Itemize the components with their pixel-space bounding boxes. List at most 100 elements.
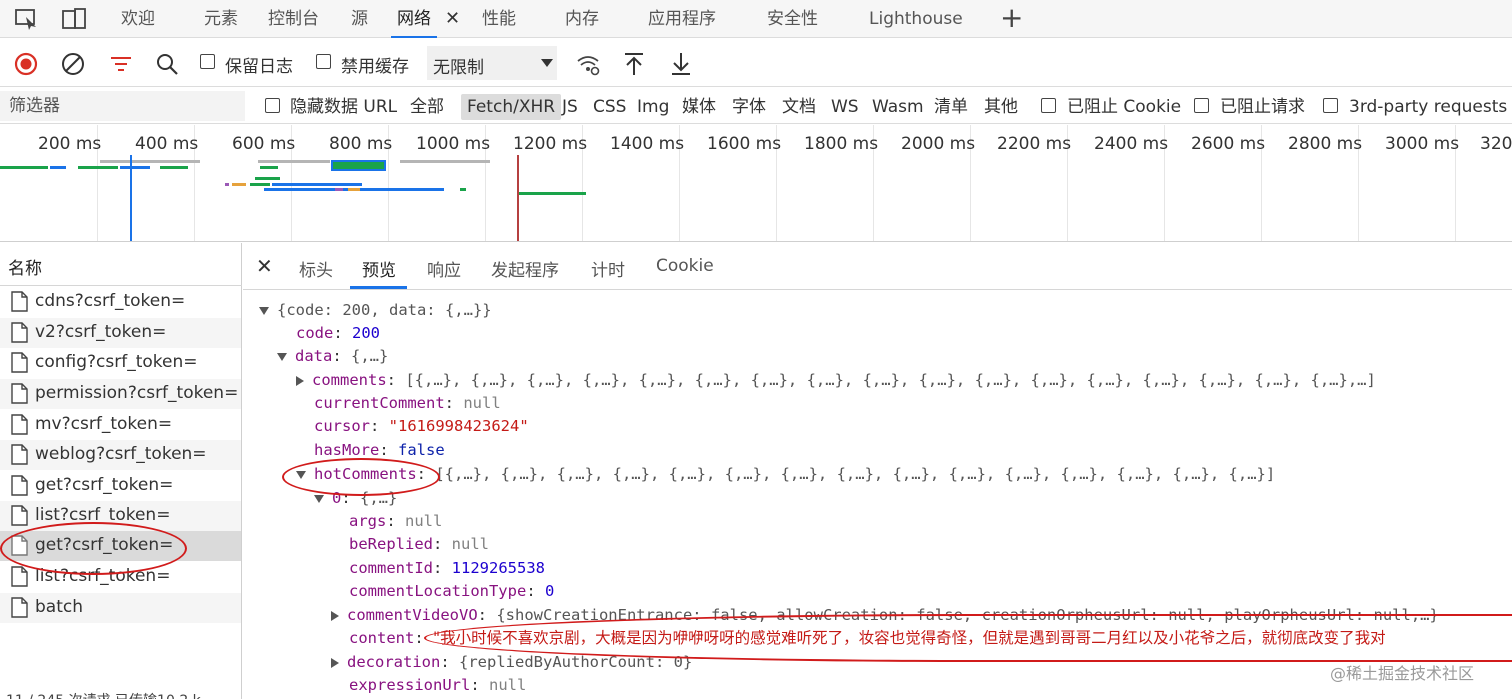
tab-timing[interactable]: 计时	[591, 256, 625, 281]
json-root[interactable]: {code: 200, data: {,…}}	[259, 299, 492, 322]
blocked-requests-checkbox[interactable]	[1194, 98, 1209, 113]
tick-label: 2200 ms	[997, 134, 1072, 154]
timeline-overview[interactable]: 200 ms 400 ms 600 ms 800 ms 1000 ms 1200…	[0, 125, 1512, 242]
record-icon[interactable]	[13, 51, 39, 77]
request-row[interactable]: cdns?csrf_token=	[0, 287, 241, 317]
waterfall-bar	[460, 188, 466, 191]
tab-network[interactable]: 网络	[391, 0, 437, 38]
request-name: v2?csrf_token=	[35, 322, 167, 342]
json-line: currentComment: null	[314, 394, 501, 412]
chevron-down-icon[interactable]	[541, 59, 553, 67]
clear-icon[interactable]	[60, 51, 86, 77]
collapse-triangle-icon[interactable]	[331, 610, 339, 621]
type-img[interactable]: Img	[637, 94, 669, 120]
tab-console[interactable]: 控制台	[268, 0, 319, 38]
expand-triangle-icon[interactable]	[259, 306, 269, 315]
name-column-header[interactable]: 名称	[0, 243, 242, 286]
type-js[interactable]: JS	[562, 94, 578, 120]
close-tab-icon[interactable]: ✕	[445, 0, 460, 38]
tab-application[interactable]: 应用程序	[648, 0, 716, 38]
tab-response[interactable]: 响应	[427, 256, 461, 281]
file-icon	[11, 291, 28, 312]
expand-triangle-icon[interactable]	[314, 494, 324, 503]
waterfall-bar	[232, 183, 246, 186]
filter-icon[interactable]	[108, 51, 134, 77]
collapse-triangle-icon[interactable]	[331, 657, 339, 668]
type-css[interactable]: CSS	[593, 94, 626, 120]
file-icon	[11, 444, 28, 465]
search-icon[interactable]	[154, 51, 180, 77]
preserve-log-checkbox[interactable]	[200, 54, 215, 69]
type-font[interactable]: 字体	[732, 94, 766, 120]
tab-headers[interactable]: 标头	[299, 256, 333, 281]
request-row[interactable]: config?csrf_token=	[0, 348, 241, 378]
type-media[interactable]: 媒体	[682, 94, 716, 120]
type-other[interactable]: 其他	[984, 94, 1018, 120]
disable-cache-label: 禁用缓存	[341, 57, 409, 77]
tab-welcome[interactable]: 欢迎	[121, 0, 155, 38]
import-har-icon[interactable]	[621, 51, 647, 77]
tab-preview[interactable]: 预览	[362, 256, 396, 281]
waterfall-bar	[120, 166, 150, 169]
tab-security[interactable]: 安全性	[767, 0, 818, 38]
json-line: commentLocationType: 0	[349, 582, 555, 600]
json-line: commentId: 1129265538	[349, 559, 545, 577]
tab-elements[interactable]: 元素	[204, 0, 238, 38]
tab-sources[interactable]: 源	[351, 0, 368, 38]
disable-cache-checkbox[interactable]	[316, 54, 331, 69]
request-summary: 11 / 245 次请求 已传输10.2 k	[6, 690, 201, 699]
tick-label: 1400 ms	[610, 134, 685, 154]
type-all[interactable]: 全部	[410, 94, 444, 120]
type-manifest[interactable]: 清单	[934, 94, 968, 120]
inspect-element-icon[interactable]	[14, 7, 40, 31]
request-row[interactable]: batch	[0, 593, 241, 623]
waterfall-bar	[260, 166, 278, 169]
annotation-ellipse-content	[424, 614, 1512, 662]
network-toolbar: 保留日志 禁用缓存 无限制	[0, 39, 1512, 87]
export-har-icon[interactable]	[668, 51, 694, 77]
third-party-checkbox[interactable]	[1323, 98, 1338, 113]
type-doc[interactable]: 文档	[782, 94, 816, 120]
throttle-select[interactable]: 无限制	[427, 46, 557, 80]
waterfall-bar	[272, 183, 362, 186]
tab-lighthouse[interactable]: Lighthouse	[869, 0, 963, 38]
tick-label: 3000 ms	[1385, 134, 1460, 154]
collapse-triangle-icon[interactable]	[296, 375, 304, 386]
request-row[interactable]: weblog?csrf_token=	[0, 440, 241, 470]
filter-input[interactable]	[0, 91, 245, 121]
tick-label: 1200 ms	[513, 134, 588, 154]
tab-cookies[interactable]: Cookie	[656, 256, 714, 276]
expand-triangle-icon[interactable]	[277, 352, 287, 361]
tab-memory[interactable]: 内存	[565, 0, 599, 38]
json-line[interactable]: comments: [{,…}, {,…}, {,…}, {,…}, {,…},…	[296, 369, 1376, 392]
waterfall-bar	[160, 166, 188, 169]
json-line[interactable]: data: {,…}	[277, 345, 388, 368]
tick-label: 800 ms	[329, 134, 393, 154]
request-name: mv?csrf_token=	[35, 414, 173, 434]
json-line: args: null	[349, 512, 443, 530]
hide-data-url-checkbox[interactable]	[265, 98, 280, 113]
tab-performance[interactable]: 性能	[482, 0, 516, 38]
type-ws[interactable]: WS	[831, 94, 859, 120]
close-detail-icon[interactable]: ✕	[256, 254, 273, 278]
request-row[interactable]: v2?csrf_token=	[0, 318, 241, 348]
tab-initiator[interactable]: 发起程序	[491, 256, 559, 281]
waterfall-bar	[331, 160, 386, 171]
json-line: cursor: "1616998423624"	[314, 417, 529, 435]
add-tab-icon[interactable]: +	[1000, 0, 1023, 38]
network-conditions-icon[interactable]	[575, 51, 601, 77]
type-fetch-xhr[interactable]: Fetch/XHR	[461, 94, 562, 120]
json-line[interactable]: hotComments: [{,…}, {,…}, {,…}, {,…}, {,…	[296, 463, 1275, 486]
blocked-cookies-checkbox[interactable]	[1041, 98, 1056, 113]
request-name: weblog?csrf_token=	[35, 444, 207, 464]
waterfall-bar	[518, 192, 586, 195]
request-row[interactable]: permission?csrf_token=	[0, 379, 241, 409]
waterfall-bar	[50, 166, 66, 169]
device-toolbar-icon[interactable]	[61, 7, 87, 31]
tick-label: 1800 ms	[804, 134, 879, 154]
waterfall-bar	[400, 160, 490, 163]
file-icon	[11, 322, 28, 343]
type-wasm[interactable]: Wasm	[872, 94, 924, 120]
request-row[interactable]: get?csrf_token=	[0, 471, 241, 501]
request-row[interactable]: mv?csrf_token=	[0, 410, 241, 440]
